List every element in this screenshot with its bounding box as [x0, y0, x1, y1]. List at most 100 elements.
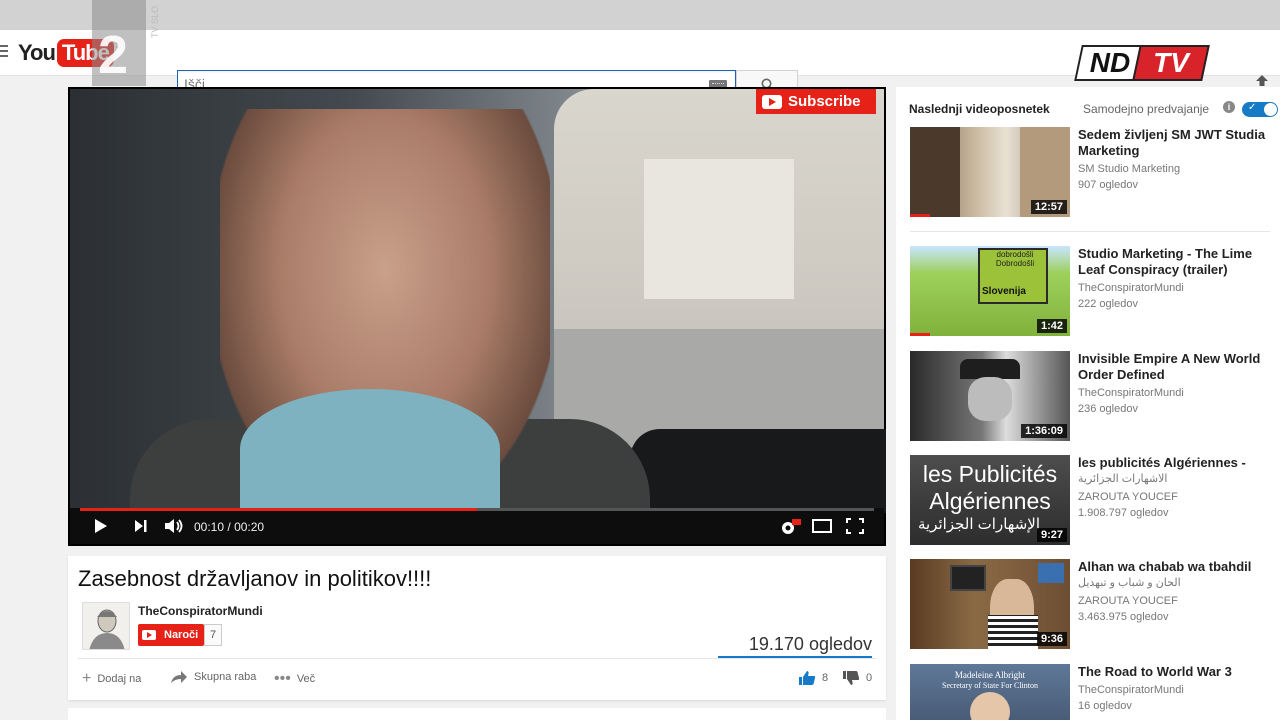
watch-sidebar: Naslednji videoposnetek Samodejno predva… — [896, 87, 1280, 720]
video-channel: SM Studio Marketing — [1078, 163, 1181, 175]
youtube-play-icon — [762, 94, 782, 109]
subscriber-count: 7 — [204, 624, 223, 646]
logo-you: You — [18, 40, 56, 65]
video-duration: 12:57 — [1030, 200, 1067, 214]
video-thumbnail[interactable]: les Publicités Algériennes الإشهارات الج… — [910, 455, 1070, 545]
car-window — [554, 89, 884, 449]
video-duration: 9:36 — [1036, 632, 1067, 646]
menu-icon[interactable] — [0, 45, 8, 59]
video-duration: 1:36:09 — [1021, 424, 1067, 438]
like-button[interactable]: 8 — [798, 670, 828, 686]
video-player[interactable]: Subscribe 00:10 / 00:20 — [68, 87, 886, 546]
player-controls: 00:10 / 00:20 — [70, 508, 884, 544]
video-title: Zasebnost državljanov in politikov!!!! — [78, 566, 432, 591]
subscribe-label: Naroči — [164, 629, 199, 641]
recommended-video-2[interactable]: dobrodošli Dobrodošli Slovenija 1:42 Stu… — [910, 246, 1270, 336]
video-channel: TheConspiratorMundi — [1078, 282, 1184, 294]
settings-hd-icon[interactable] — [780, 518, 802, 536]
watched-indicator — [910, 214, 930, 217]
video-views: 1.908.797 ogledov — [1078, 507, 1169, 519]
thumbnail-text-top: dobrodošli Dobrodošli — [995, 250, 1035, 268]
video-title[interactable]: Sedem življenj SM JWT Studia Marketing — [1078, 127, 1270, 159]
car-dashboard — [630, 429, 886, 513]
thumbs-up-icon — [799, 671, 816, 685]
channel-number: 2 — [98, 25, 129, 85]
play-icon[interactable] — [94, 518, 108, 534]
video-subtitle: الاشهارات الجزائرية — [1078, 473, 1168, 485]
recommended-video-4[interactable]: les Publicités Algériennes الإشهارات الج… — [910, 455, 1270, 545]
more-icon: ••• — [274, 670, 291, 687]
share-button[interactable]: Skupna raba — [170, 670, 256, 684]
thumbs-down-icon — [843, 671, 860, 685]
thumbnail-text: Madeleine Albright — [954, 670, 1026, 680]
add-to-label: Dodaj na — [97, 673, 142, 685]
video-title[interactable]: Alhan wa chabab wa tbahdil — [1078, 559, 1270, 575]
more-label: Več — [296, 673, 316, 685]
view-count: 19.170 ogledov — [748, 634, 872, 654]
broadcaster-nd: ND — [1089, 47, 1131, 78]
recommended-video-1[interactable]: 12:57 Sedem življenj SM JWT Studia Marke… — [910, 127, 1270, 217]
plus-icon: + — [82, 670, 92, 687]
video-subtitle: الحان و شباب و تبهديل — [1078, 577, 1181, 589]
video-title[interactable]: Studio Marketing - The Lime Leaf Conspir… — [1078, 246, 1270, 278]
video-channel: TheConspiratorMundi — [1078, 387, 1184, 399]
recommended-video-5[interactable]: 9:36 Alhan wa chabab wa tbahdil الحان و … — [910, 559, 1270, 649]
up-next-heading: Naslednji videoposnetek — [909, 102, 1050, 116]
channel-side-label: TV SLO — [150, 5, 160, 38]
video-thumbnail[interactable]: 1:36:09 — [910, 351, 1070, 441]
dislike-button[interactable]: 0 — [842, 670, 872, 686]
info-icon[interactable]: i — [1223, 101, 1235, 113]
channel-watermark: 2 — [92, 0, 146, 86]
broadcaster-logo: ND TV — [1074, 45, 1210, 81]
time-current: 00:10 — [194, 520, 225, 534]
comments-card — [68, 708, 886, 720]
recommended-video-6[interactable]: Madeleine Albright Secretary of State Fo… — [910, 664, 1270, 720]
video-views: 16 ogledov — [1078, 700, 1132, 712]
video-views: 236 ogledov — [1078, 403, 1138, 415]
video-title[interactable]: The Road to World War 3 — [1078, 664, 1270, 680]
progress-fill — [80, 508, 477, 511]
divider — [78, 658, 876, 659]
separator — [910, 231, 1270, 232]
time-separator: / — [227, 520, 231, 534]
theater-mode-icon[interactable] — [812, 518, 832, 534]
video-thumbnail[interactable]: Madeleine Albright Secretary of State Fo… — [910, 664, 1070, 720]
video-frame[interactable]: Subscribe — [70, 89, 886, 519]
share-icon — [171, 671, 187, 683]
avatar-portrait-icon — [89, 609, 125, 649]
video-thumbnail[interactable]: 9:36 — [910, 559, 1070, 649]
sentiment-bar — [718, 656, 872, 658]
channel-name[interactable]: TheConspiratorMundi — [138, 604, 263, 618]
dislike-count: 0 — [866, 672, 873, 684]
fullscreen-icon[interactable] — [846, 518, 864, 534]
more-button[interactable]: ••• Več — [274, 670, 315, 688]
recommended-video-3[interactable]: 1:36:09 Invisible Empire A New World Ord… — [910, 351, 1270, 441]
autoplay-toggle[interactable]: ✓ — [1242, 102, 1278, 117]
broadcaster-tv: TV — [1153, 47, 1189, 78]
thumbnail-text: les Publicités Algériennes — [922, 461, 1058, 514]
thumbnail-text-arabic: الإشهارات الجزائرية — [917, 516, 1040, 533]
add-to-button[interactable]: + Dodaj na — [82, 670, 141, 688]
like-count: 8 — [822, 672, 829, 684]
watched-indicator — [910, 333, 930, 336]
video-duration: 1:42 — [1036, 319, 1067, 333]
next-icon[interactable] — [134, 518, 148, 534]
volume-icon[interactable] — [164, 518, 184, 534]
video-thumbnail[interactable]: 12:57 — [910, 127, 1070, 217]
thumbnail-text: Slovenija — [982, 286, 1026, 297]
progress-bar[interactable] — [80, 508, 874, 511]
subscribe-overlay-label: Subscribe — [788, 93, 861, 110]
video-title[interactable]: Invisible Empire A New World Order Defin… — [1078, 351, 1270, 383]
top-strip — [0, 0, 1280, 30]
video-channel: ZAROUTA YOUCEF — [1078, 595, 1178, 607]
video-channel: ZAROUTA YOUCEF — [1078, 491, 1178, 503]
subscribe-button[interactable]: Naroči — [138, 624, 205, 646]
thumbnail-text-sub: Secretary of State For Clinton — [942, 681, 1038, 690]
video-title[interactable]: les publicités Algériennes - — [1078, 455, 1270, 471]
channel-avatar[interactable] — [82, 602, 130, 650]
time-total: 00:20 — [234, 520, 265, 534]
autoplay-label: Samodejno predvajanje — [1083, 102, 1210, 116]
subscribe-overlay-button[interactable]: Subscribe — [756, 89, 876, 114]
video-thumbnail[interactable]: dobrodošli Dobrodošli Slovenija 1:42 — [910, 246, 1070, 336]
time-display: 00:10 / 00:20 — [194, 520, 264, 534]
